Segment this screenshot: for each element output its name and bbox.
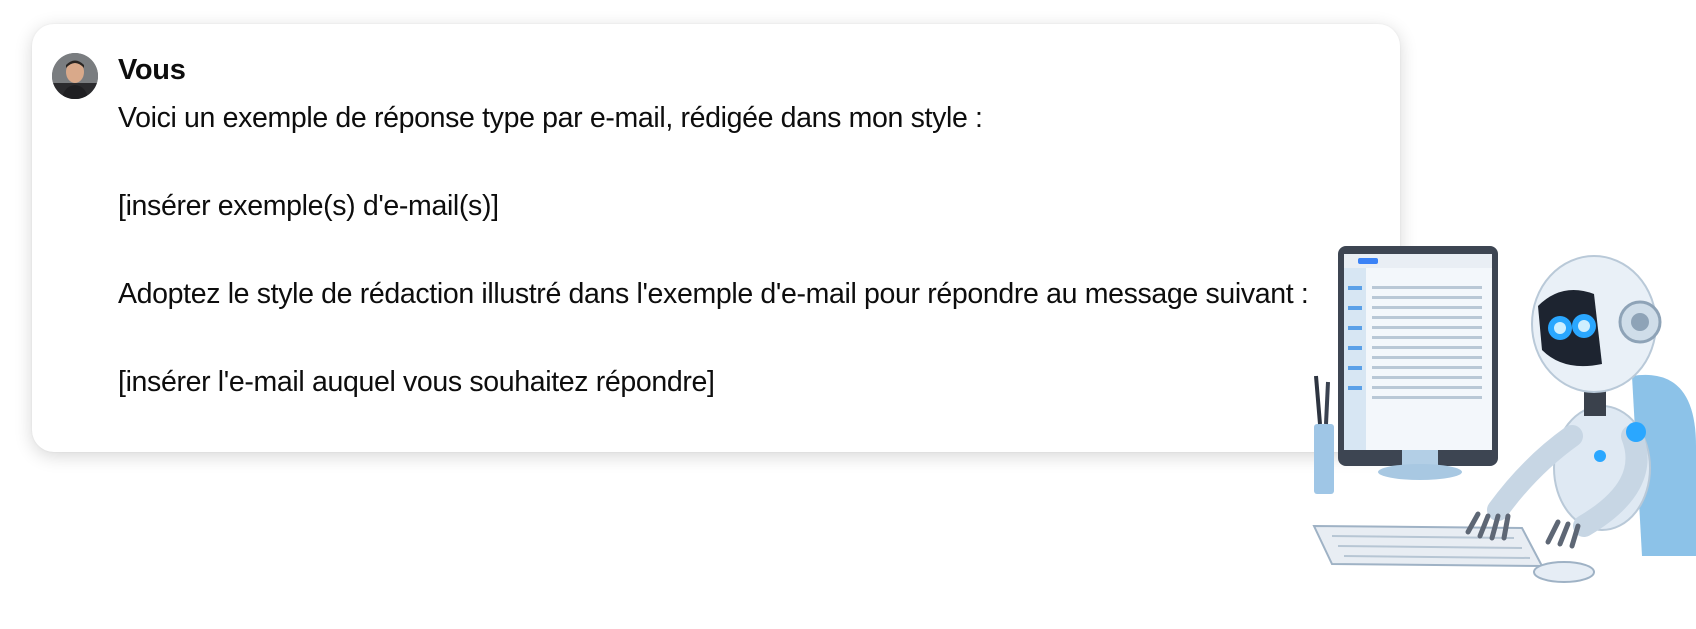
message-body: Voici un exemple de réponse type par e-m… (118, 96, 1388, 404)
user-avatar[interactable] (52, 53, 98, 99)
robot-at-computer-illustration (1302, 246, 1696, 624)
pen-cup-icon (1314, 375, 1334, 494)
monitor-icon (1338, 246, 1498, 480)
message-line: [insérer l'e-mail auquel vous souhaitez … (118, 366, 715, 398)
user-photo-icon (52, 53, 98, 99)
keyboard-icon (1312, 524, 1544, 568)
message-line: Adoptez le style de rédaction illustré d… (118, 278, 1309, 310)
user-message-card: Vous Voici un exemple de réponse type pa… (32, 24, 1400, 452)
mouse-icon (1533, 561, 1595, 583)
robot-icon (1465, 255, 1696, 556)
message-line: [insérer exemple(s) d'e-mail(s)] (118, 190, 499, 222)
message-line: Voici un exemple de réponse type par e-m… (118, 102, 983, 134)
message-author: Vous (118, 54, 186, 86)
